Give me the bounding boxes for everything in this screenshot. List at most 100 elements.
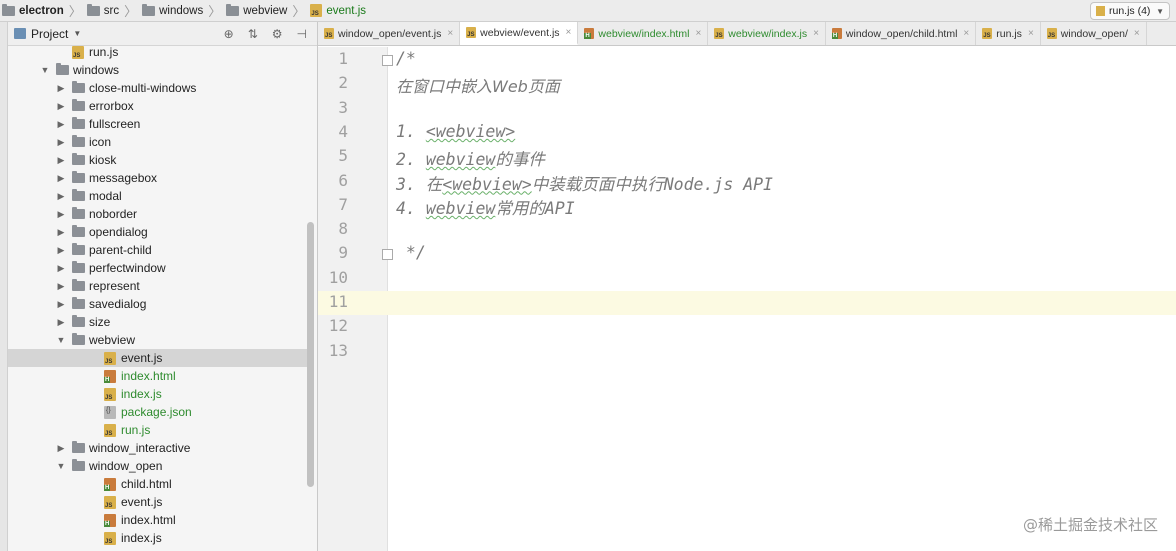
- editor-tab[interactable]: webview/index.js ×: [708, 22, 826, 45]
- tree-item[interactable]: ▶ close-multi-windows: [8, 79, 308, 97]
- tree-item[interactable]: ▶ represent: [8, 277, 308, 295]
- close-icon[interactable]: ×: [1028, 28, 1034, 39]
- tree-item[interactable]: ▶ size: [8, 313, 308, 331]
- hide-icon[interactable]: ⊣: [297, 27, 307, 41]
- tree-item[interactable]: ▶ errorbox: [8, 97, 308, 115]
- tool-window-strip[interactable]: [0, 22, 8, 551]
- code-line: 4. webview常用的API: [396, 195, 575, 219]
- tree-item[interactable]: ▶ noborder: [8, 205, 308, 223]
- html-file-icon: [831, 28, 842, 39]
- tree-item[interactable]: event.js: [8, 493, 308, 511]
- tree-item[interactable]: ▶ opendialog: [8, 223, 308, 241]
- collapsed-arrow-icon[interactable]: ▶: [56, 209, 66, 220]
- tree-item[interactable]: child.html: [8, 475, 308, 493]
- tree-item[interactable]: run.js: [8, 421, 308, 439]
- breadcrumb-item[interactable]: windows 〉: [142, 0, 226, 22]
- project-panel-title[interactable]: Project: [31, 27, 68, 41]
- close-icon[interactable]: ×: [695, 28, 701, 39]
- tree-item[interactable]: ▶ perfectwindow: [8, 259, 308, 277]
- folder-icon: [72, 261, 85, 273]
- collapsed-arrow-icon[interactable]: ▶: [56, 83, 66, 94]
- close-icon[interactable]: ×: [566, 27, 572, 38]
- folder-icon: [72, 459, 85, 471]
- tree-item[interactable]: event.js: [8, 349, 308, 367]
- tree-item[interactable]: ▶ savedialog: [8, 295, 308, 313]
- collapsed-arrow-icon[interactable]: ▶: [56, 137, 66, 148]
- chevron-right-icon: 〉: [68, 4, 82, 19]
- tree-item[interactable]: ▶ messagebox: [8, 169, 308, 187]
- breadcrumb-item[interactable]: electron 〉: [2, 0, 87, 22]
- breadcrumb-item[interactable]: src 〉: [86, 0, 142, 22]
- close-icon[interactable]: ×: [813, 28, 819, 39]
- chevron-right-icon: 〉: [292, 4, 306, 19]
- collapse-icon[interactable]: ⇅: [248, 27, 258, 41]
- folder-icon: [72, 117, 85, 129]
- tree-item[interactable]: ▼ window_open: [8, 457, 308, 475]
- tree-item[interactable]: index.html: [8, 511, 308, 529]
- collapsed-arrow-icon[interactable]: ▶: [56, 443, 66, 454]
- editor-tab[interactable]: webview/index.html ×: [578, 22, 709, 45]
- project-panel: Project ▼ ⊕ ⇅ ⚙ ⊣ run.js ▼ windows ▶ close-m…: [8, 22, 318, 551]
- editor-tab[interactable]: window_open/event.js ×: [318, 22, 461, 45]
- code-editor[interactable]: 1 2 3 4 5 6 7 8 9 10 11 12 13/* 在窗口中嵌入Web页面 1. <webvie…: [318, 47, 1176, 551]
- line-number: 8: [338, 219, 348, 239]
- line-number: 10: [328, 267, 348, 287]
- expanded-arrow-icon[interactable]: ▼: [56, 335, 66, 345]
- tree-item-label: modal: [89, 189, 122, 203]
- fold-marker-icon[interactable]: [382, 55, 393, 66]
- tree-item[interactable]: index.html: [8, 367, 308, 385]
- collapsed-arrow-icon[interactable]: ▶: [56, 173, 66, 184]
- collapsed-arrow-icon[interactable]: ▶: [56, 191, 66, 202]
- breadcrumb-item[interactable]: webview 〉: [226, 0, 310, 22]
- expanded-arrow-icon[interactable]: ▼: [40, 65, 50, 75]
- tree-item[interactable]: ▼ webview: [8, 331, 308, 349]
- tree-item[interactable]: ▶ parent-child: [8, 241, 308, 259]
- breadcrumb-label: event.js: [326, 4, 367, 17]
- gear-icon[interactable]: ⚙: [272, 27, 283, 41]
- folder-icon: [72, 171, 85, 183]
- collapsed-arrow-icon[interactable]: ▶: [56, 299, 66, 310]
- target-icon[interactable]: ⊕: [224, 27, 234, 41]
- js-file-icon: [310, 4, 323, 17]
- editor-tab[interactable]: window_open/child.html ×: [826, 22, 977, 45]
- editor-tab[interactable]: webview/event.js ×: [460, 22, 579, 45]
- collapsed-arrow-icon[interactable]: ▶: [56, 227, 66, 238]
- tree-item[interactable]: run.js: [8, 43, 308, 61]
- tree-item[interactable]: index.js: [8, 385, 308, 403]
- tree-scrollbar[interactable]: [307, 222, 314, 487]
- js-file-icon: [104, 423, 116, 437]
- collapsed-arrow-icon[interactable]: ▶: [56, 281, 66, 292]
- chevron-down-icon[interactable]: ▼: [73, 29, 81, 38]
- tree-item[interactable]: ▶ fullscreen: [8, 115, 308, 133]
- close-icon[interactable]: ×: [963, 28, 969, 39]
- tree-item[interactable]: ▶ kiosk: [8, 151, 308, 169]
- tree-item-label: opendialog: [89, 225, 148, 239]
- collapsed-arrow-icon[interactable]: ▶: [56, 101, 66, 112]
- js-file-icon: [1096, 6, 1105, 16]
- editor-tab[interactable]: run.js ×: [976, 22, 1041, 45]
- collapsed-arrow-icon[interactable]: ▶: [56, 317, 66, 328]
- tree-item[interactable]: ▶ window_interactive: [8, 439, 308, 457]
- tree-item-label: errorbox: [89, 99, 134, 113]
- tree-item-label: icon: [89, 135, 112, 149]
- collapsed-arrow-icon[interactable]: ▶: [56, 245, 66, 256]
- expanded-arrow-icon[interactable]: ▼: [56, 461, 66, 471]
- tree-item[interactable]: ▼ windows: [8, 61, 308, 79]
- breadcrumb-item[interactable]: event.js: [310, 0, 366, 22]
- tree-item[interactable]: ▶ modal: [8, 187, 308, 205]
- folder-icon: [72, 99, 85, 111]
- fold-marker-icon[interactable]: [382, 249, 393, 261]
- tree-item[interactable]: index.js: [8, 529, 308, 547]
- html-file-icon: [104, 513, 116, 527]
- close-icon[interactable]: ×: [1134, 28, 1140, 39]
- tree-item-label: index.html: [121, 369, 176, 383]
- run-config-select[interactable]: run.js (4) ▼: [1090, 2, 1170, 20]
- close-icon[interactable]: ×: [447, 28, 453, 39]
- editor-tab[interactable]: window_open/ ×: [1041, 22, 1147, 45]
- folder-icon: [72, 81, 85, 93]
- tree-item[interactable]: ▶ icon: [8, 133, 308, 151]
- collapsed-arrow-icon[interactable]: ▶: [56, 119, 66, 130]
- collapsed-arrow-icon[interactable]: ▶: [56, 155, 66, 166]
- tree-item[interactable]: package.json: [8, 403, 308, 421]
- collapsed-arrow-icon[interactable]: ▶: [56, 263, 66, 274]
